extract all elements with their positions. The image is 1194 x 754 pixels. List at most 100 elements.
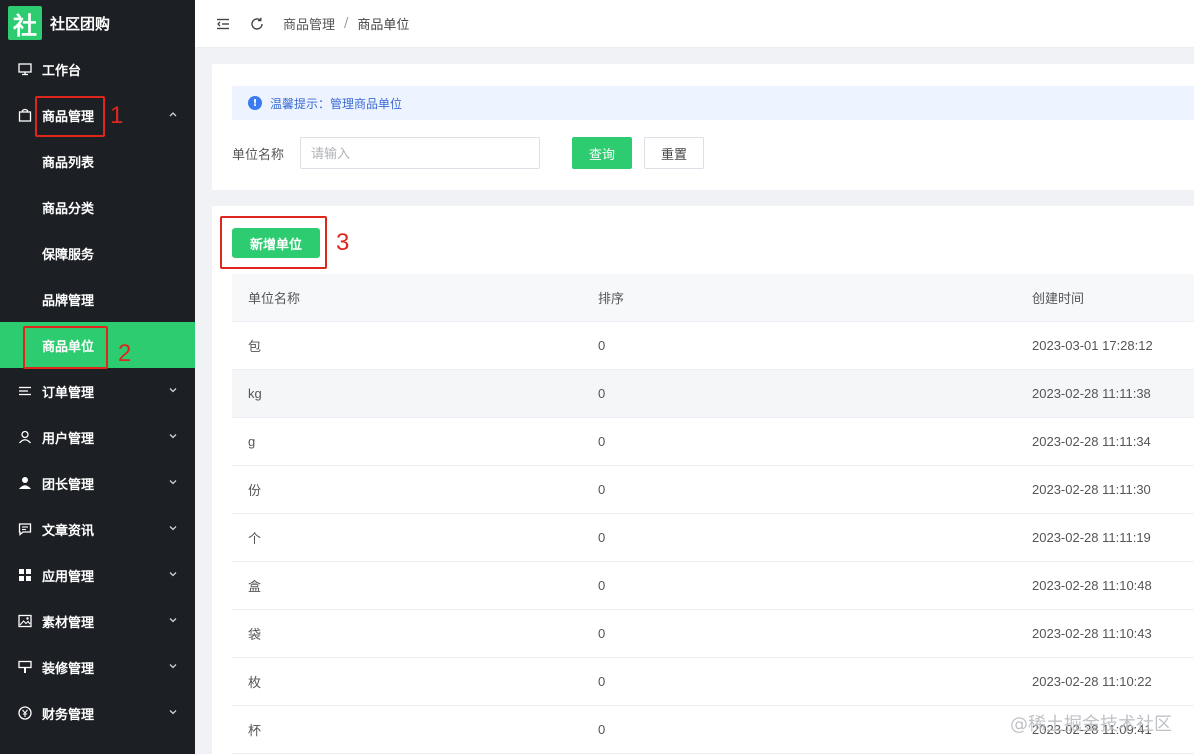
search-form: 单位名称 查询 重置	[232, 137, 704, 169]
table-row[interactable]: kg 0 2023-02-28 11:11:38	[232, 370, 1194, 418]
table-row[interactable]: 枚 0 2023-02-28 11:10:22	[232, 658, 1194, 706]
list-icon	[18, 384, 32, 398]
chevron-down-icon	[167, 569, 179, 582]
cell-sort: 0	[598, 338, 606, 353]
sidebar-item-leaders[interactable]: 团长管理	[0, 460, 195, 506]
annotation-number-2: 2	[118, 340, 132, 367]
sidebar-item-workbench[interactable]: 工作台	[0, 46, 195, 92]
sidebar-item-orders[interactable]: 订单管理	[0, 368, 195, 414]
cell-unit-name: 袋	[248, 627, 262, 642]
annotation-number-3: 3	[336, 229, 350, 256]
breadcrumb: 商品管理 / 商品单位	[283, 14, 409, 33]
cell-created-time: 2023-02-28 11:10:43	[1032, 626, 1152, 641]
cell-unit-name: kg	[248, 386, 262, 401]
sidebar-item-finance[interactable]: 财务管理	[0, 690, 195, 736]
sidebar-item-label: 团长管理	[42, 477, 95, 493]
sidebar-item-label: 用户管理	[42, 431, 95, 447]
sidebar-subitem-label: 商品列表	[42, 155, 95, 171]
sidebar-subitem-label: 品牌管理	[42, 293, 95, 309]
cell-created-time: 2023-03-01 17:28:12	[1032, 338, 1153, 353]
chevron-down-icon	[167, 385, 179, 398]
tip-banner: ! 温馨提示：管理商品单位	[232, 86, 1194, 120]
cell-sort: 0	[598, 578, 606, 593]
sidebar-subitem-goods-list[interactable]: 商品列表	[0, 138, 195, 184]
chevron-down-icon	[167, 615, 179, 628]
chat-icon	[18, 522, 32, 536]
cell-created-time: 2023-02-28 11:11:34	[1032, 434, 1151, 449]
table-card: 新增单位 单位名称 排序 创建时间 包 0 2023-03-01 17:28:1…	[212, 206, 1194, 754]
unit-table: 单位名称 排序 创建时间 包 0 2023-03-01 17:28:12 kg …	[232, 274, 1194, 754]
user-icon	[18, 430, 32, 444]
collapse-menu-icon[interactable]	[215, 16, 231, 32]
yen-icon	[18, 706, 32, 720]
table-row[interactable]: 包 0 2023-03-01 17:28:12	[232, 322, 1194, 370]
sidebar-subitem-goods-category[interactable]: 商品分类	[0, 184, 195, 230]
cell-created-time: 2023-02-28 11:11:38	[1032, 386, 1151, 401]
breadcrumb-item-goods[interactable]: 商品管理	[283, 14, 335, 33]
annotation-number-1: 1	[110, 102, 124, 129]
cell-created-time: 2023-02-28 11:11:19	[1032, 530, 1151, 545]
table-row[interactable]: 袋 0 2023-02-28 11:10:43	[232, 610, 1194, 658]
sidebar-subitem-label: 商品分类	[42, 201, 95, 217]
sidebar-item-decoration[interactable]: 装修管理	[0, 644, 195, 690]
logo[interactable]: 社 社区团购	[0, 0, 195, 46]
image-icon	[18, 614, 32, 628]
cell-created-time: 2023-02-28 11:10:22	[1032, 674, 1152, 689]
sidebar-item-label: 工作台	[42, 63, 82, 79]
header-sort: 排序	[598, 291, 625, 306]
cell-sort: 0	[598, 530, 606, 545]
annotation-box-1	[35, 96, 105, 137]
info-icon: !	[248, 96, 262, 110]
sidebar-item-materials[interactable]: 素材管理	[0, 598, 195, 644]
logo-mark: 社	[8, 6, 42, 40]
table-row[interactable]: 个 0 2023-02-28 11:11:19	[232, 514, 1194, 562]
sidebar-subitem-brand[interactable]: 品牌管理	[0, 276, 195, 322]
cell-unit-name: 枚	[248, 675, 262, 690]
chevron-down-icon	[167, 661, 179, 674]
annotation-box-3	[220, 216, 327, 269]
table-row[interactable]: 盒 0 2023-02-28 11:10:48	[232, 562, 1194, 610]
table-row[interactable]: g 0 2023-02-28 11:11:34	[232, 418, 1194, 466]
cell-unit-name: 杯	[248, 723, 262, 738]
cell-sort: 0	[598, 482, 606, 497]
user-solid-icon	[18, 476, 32, 490]
cell-sort: 0	[598, 434, 606, 449]
sidebar-item-articles[interactable]: 文章资讯	[0, 506, 195, 552]
cell-created-time: 2023-02-28 11:10:48	[1032, 578, 1152, 593]
chevron-up-icon	[167, 109, 179, 122]
cell-unit-name: 个	[248, 531, 262, 546]
table-row[interactable]: 份 0 2023-02-28 11:11:30	[232, 466, 1194, 514]
unit-name-input[interactable]	[300, 137, 540, 169]
watermark: @稀土掘金技术社区	[1010, 714, 1172, 735]
app-title: 社区团购	[50, 14, 111, 33]
cell-created-time: 2023-02-28 11:11:30	[1032, 482, 1151, 497]
cell-sort: 0	[598, 386, 606, 401]
breadcrumb-separator: /	[344, 16, 349, 31]
search-card: ! 温馨提示：管理商品单位 单位名称 查询 重置	[212, 64, 1194, 190]
sidebar-item-label: 装修管理	[42, 661, 95, 677]
table-header: 单位名称 排序 创建时间	[232, 274, 1194, 322]
sidebar-subitem-label: 保障服务	[42, 247, 95, 263]
search-label: 单位名称	[232, 147, 285, 163]
sidebar-item-label: 应用管理	[42, 569, 95, 585]
grid-icon	[18, 568, 32, 582]
sidebar-subitem-guarantee[interactable]: 保障服务	[0, 230, 195, 276]
brush-icon	[18, 660, 32, 674]
sidebar-item-label: 素材管理	[42, 615, 95, 631]
monitor-icon	[18, 62, 32, 76]
cell-unit-name: 盒	[248, 579, 262, 594]
cell-unit-name: g	[248, 434, 256, 449]
query-button[interactable]: 查询	[572, 137, 632, 169]
refresh-icon[interactable]	[249, 16, 265, 32]
sidebar-item-label: 财务管理	[42, 707, 95, 723]
reset-button[interactable]: 重置	[644, 137, 704, 169]
cell-sort: 0	[598, 674, 606, 689]
breadcrumb-item-current: 商品单位	[357, 18, 410, 33]
sidebar-item-users[interactable]: 用户管理	[0, 414, 195, 460]
chevron-down-icon	[167, 477, 179, 490]
header-created-time: 创建时间	[1032, 291, 1085, 306]
sidebar-item-apps[interactable]: 应用管理	[0, 552, 195, 598]
cell-unit-name: 份	[248, 483, 262, 498]
annotation-box-2	[23, 326, 108, 369]
cell-sort: 0	[598, 722, 606, 737]
